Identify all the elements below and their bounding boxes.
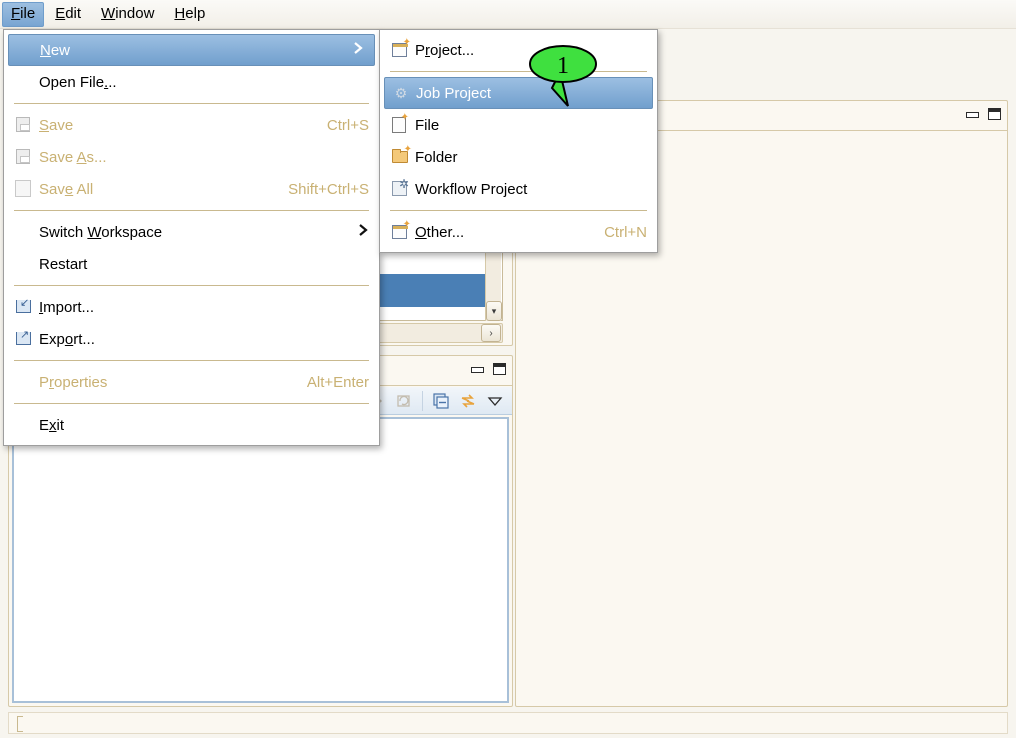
blank-icon bbox=[14, 373, 34, 391]
menu-separator bbox=[14, 210, 369, 211]
menu-item-accel: Ctrl+S bbox=[327, 117, 369, 134]
menubar-item-edit[interactable]: Edit bbox=[46, 2, 90, 27]
job-project-icon: ⚙ bbox=[391, 84, 411, 102]
save-icon bbox=[14, 116, 34, 134]
new-folder-icon bbox=[390, 148, 410, 166]
chevron-right-icon bbox=[357, 223, 369, 241]
menu-item-label: Restart bbox=[39, 256, 369, 273]
menu-item-restart[interactable]: Restart bbox=[4, 248, 379, 280]
menu-item-label: Exit bbox=[39, 417, 369, 434]
menu-item-export[interactable]: ↗ Export... bbox=[4, 323, 379, 355]
menu-item-new-workflow-project[interactable]: Workflow Project bbox=[380, 173, 657, 205]
menu-item-label: Save All bbox=[39, 181, 258, 198]
menu-item-open-file[interactable]: Open File... bbox=[4, 66, 379, 98]
export-icon: ↗ bbox=[14, 330, 34, 348]
menu-item-label: Open File... bbox=[39, 74, 369, 91]
blank-icon bbox=[15, 41, 35, 59]
file-menu-popup: New Open File... Save Ctrl+S Save As... … bbox=[3, 29, 380, 446]
menu-separator bbox=[390, 71, 647, 72]
menu-item-properties[interactable]: Properties Alt+Enter bbox=[4, 366, 379, 398]
save-as-icon bbox=[14, 148, 34, 166]
workflow-project-icon bbox=[390, 180, 410, 198]
menu-item-save[interactable]: Save Ctrl+S bbox=[4, 109, 379, 141]
menu-item-switch-workspace[interactable]: Switch Workspace bbox=[4, 216, 379, 248]
blank-icon bbox=[14, 223, 34, 241]
import-icon: ↙ bbox=[14, 298, 34, 316]
menu-item-label: Import... bbox=[39, 299, 369, 316]
menu-separator bbox=[14, 103, 369, 104]
menu-item-label: Save As... bbox=[39, 149, 339, 166]
chevron-right-icon bbox=[352, 41, 364, 59]
blank-icon bbox=[14, 416, 34, 434]
menu-item-label: File bbox=[415, 117, 647, 134]
application-window: ▾ › etails bbox=[0, 0, 1016, 738]
menu-item-new-folder[interactable]: Folder bbox=[380, 141, 657, 173]
menubar-help-rest: elp bbox=[185, 5, 205, 22]
menubar-item-window[interactable]: Window bbox=[92, 2, 163, 27]
editor-view-buttons bbox=[965, 108, 1001, 120]
refresh-icon[interactable] bbox=[395, 392, 413, 410]
menubar-item-help[interactable]: Help bbox=[165, 2, 214, 27]
scroll-down-button[interactable]: ▾ bbox=[486, 301, 502, 321]
minimize-icon[interactable] bbox=[965, 108, 978, 119]
menu-item-label: Switch Workspace bbox=[39, 224, 369, 241]
blank-icon bbox=[14, 73, 34, 91]
menu-item-save-all[interactable]: Save All Shift+Ctrl+S bbox=[4, 173, 379, 205]
menu-item-accel: Ctrl+N bbox=[604, 224, 647, 241]
menu-item-new-job-project[interactable]: ⚙ Job Project bbox=[384, 77, 653, 109]
menu-bar: File Edit Window Help bbox=[0, 0, 1016, 29]
menu-separator bbox=[14, 403, 369, 404]
toolbar-separator bbox=[422, 391, 423, 411]
view-menu-icon[interactable] bbox=[486, 392, 504, 410]
menubar-edit-rest: dit bbox=[65, 5, 81, 22]
menu-separator bbox=[14, 285, 369, 286]
annotation-callout: 1 bbox=[528, 44, 598, 84]
menu-item-label: Workflow Project bbox=[415, 181, 647, 198]
menu-item-label: New bbox=[40, 42, 364, 59]
blank-icon bbox=[14, 255, 34, 273]
collapse-all-icon[interactable] bbox=[432, 392, 450, 410]
menu-item-accel: Alt+Enter bbox=[307, 374, 369, 391]
new-project-icon bbox=[390, 41, 410, 59]
scroll-right-button[interactable]: › bbox=[481, 324, 501, 342]
minimize-icon[interactable] bbox=[470, 363, 483, 374]
menu-item-label: Save bbox=[39, 117, 297, 134]
menu-item-label: Other... bbox=[415, 224, 574, 241]
menu-item-new-file[interactable]: File bbox=[380, 109, 657, 141]
details-content-area[interactable] bbox=[12, 417, 509, 703]
menubar-item-file[interactable]: File bbox=[2, 2, 44, 27]
menu-item-import[interactable]: ↙ Import... bbox=[4, 291, 379, 323]
menu-item-label: Properties bbox=[39, 374, 277, 391]
menu-item-new-project[interactable]: Project... bbox=[380, 34, 657, 66]
maximize-icon[interactable] bbox=[988, 108, 1001, 120]
link-with-editor-icon[interactable] bbox=[459, 392, 477, 410]
menu-item-exit[interactable]: Exit bbox=[4, 409, 379, 441]
menubar-file-rest: ile bbox=[20, 5, 35, 22]
save-all-icon bbox=[14, 180, 34, 198]
menu-item-label: Folder bbox=[415, 149, 647, 166]
new-submenu-popup: Project... ⚙ Job Project File Folder Wor… bbox=[379, 29, 658, 253]
menu-item-save-as[interactable]: Save As... bbox=[4, 141, 379, 173]
menu-separator bbox=[14, 360, 369, 361]
new-file-icon bbox=[390, 116, 410, 134]
menu-separator bbox=[390, 210, 647, 211]
menu-item-new-other[interactable]: Other... Ctrl+N bbox=[380, 216, 657, 248]
menu-item-accel: Shift+Ctrl+S bbox=[288, 181, 369, 198]
maximize-icon[interactable] bbox=[493, 363, 506, 375]
new-other-icon bbox=[390, 223, 410, 241]
status-indicator bbox=[17, 716, 23, 732]
menubar-window-rest: indow bbox=[115, 5, 154, 22]
callout-number-text: 1 bbox=[557, 53, 569, 79]
menu-item-new[interactable]: New bbox=[8, 34, 375, 66]
details-view-buttons bbox=[470, 363, 506, 375]
status-bar bbox=[8, 712, 1008, 734]
menu-item-label: Export... bbox=[39, 331, 369, 348]
